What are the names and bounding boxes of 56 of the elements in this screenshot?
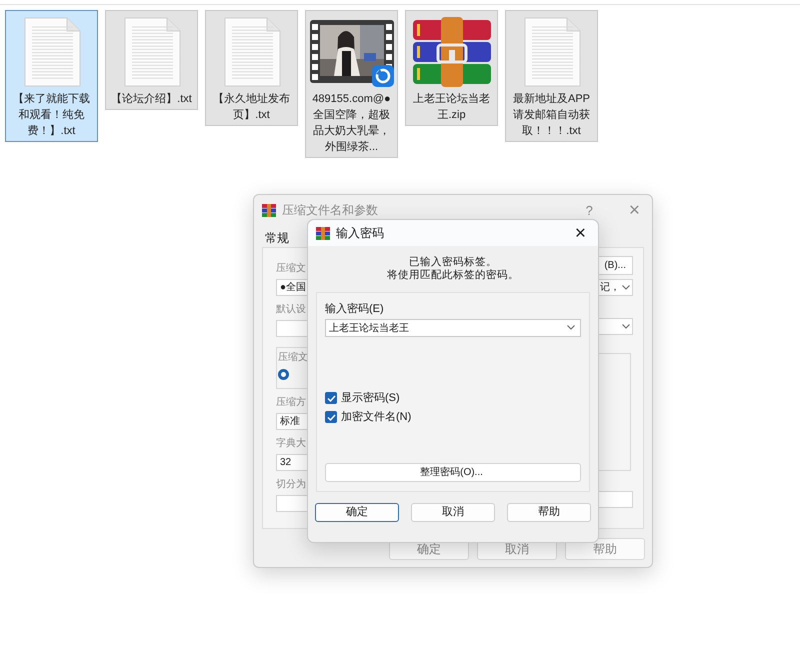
field-label: 输入密码(E) (325, 302, 385, 316)
field-label: 压缩文 (276, 262, 307, 276)
text-field[interactable]: ●全国 (276, 279, 307, 296)
close-button[interactable]: × (570, 224, 590, 242)
password-value: 上老王论坛当老王 (329, 322, 409, 336)
message-text: 已输入密码标签。 (408, 256, 498, 269)
dropdown-value: 记， (600, 281, 620, 295)
dropdown[interactable] (596, 318, 633, 335)
file-name: 上老王论坛当老王.zip (412, 92, 491, 123)
file-tile[interactable]: 【永久地址发布页】.txt (205, 10, 298, 126)
text-field[interactable] (276, 320, 307, 337)
document-icon (122, 16, 180, 86)
file-name: 【来了就能下载和观看！纯免费！】.txt (12, 92, 91, 139)
tab[interactable]: 常规 (265, 229, 289, 247)
file-name: 【永久地址发布页】.txt (212, 92, 291, 123)
text-field[interactable] (598, 491, 633, 508)
text-field[interactable] (276, 495, 307, 512)
file-tile[interactable]: 【论坛介绍】.txt (105, 10, 198, 110)
group-label: 压缩文 (278, 351, 307, 365)
chevron-down-icon (622, 324, 630, 329)
file-tile[interactable]: 上老王论坛当老王.zip (405, 10, 498, 126)
file-tile[interactable]: 【来了就能下载和观看！纯免费！】.txt (5, 10, 98, 142)
text-field[interactable]: 32 (276, 454, 307, 471)
field-label: 切分为 (276, 478, 307, 492)
document-icon (222, 16, 280, 86)
stacked-books-icon (316, 227, 330, 240)
file-name: 最新地址及APP请发邮箱自动获取！！！.txt (512, 92, 591, 139)
field-label: 字典大 (276, 437, 307, 451)
password-field[interactable]: 上老王论坛当老王 (325, 319, 581, 337)
file-name: 【论坛介绍】.txt (111, 92, 192, 107)
dialog-button[interactable]: 取消 (411, 503, 495, 522)
document-icon (22, 16, 80, 86)
organize-passwords-button[interactable]: 整理密码(O)... (325, 463, 581, 482)
checkbox[interactable] (325, 392, 337, 404)
dialog-button[interactable]: 确定 (315, 503, 399, 522)
document-icon (522, 16, 580, 86)
window-title: 压缩文件名和参数 (282, 202, 379, 219)
dropdown[interactable]: 记， (596, 279, 633, 296)
file-tile[interactable]: 最新地址及APP请发邮箱自动获取！！！.txt (505, 10, 598, 142)
stacked-books-icon (262, 204, 276, 218)
checkbox-label: 显示密码(S) (341, 391, 400, 405)
file-tile[interactable]: 489155.com@●全国空降，超极品大奶大乳晕，外围绿茶... (305, 10, 398, 158)
stacked-books-icon (410, 16, 492, 86)
message-text: 将使用匹配此标签的密码。 (386, 269, 520, 282)
checkbox[interactable] (325, 411, 337, 423)
chevron-down-icon (567, 325, 575, 330)
browse-button[interactable]: (B)... (598, 256, 633, 275)
radio-button[interactable] (278, 369, 289, 380)
text-field[interactable]: 标准 (276, 413, 307, 430)
dialog-button[interactable]: 帮助 (507, 503, 591, 522)
field-label: 压缩方 (276, 396, 307, 410)
checkbox-label: 加密文件名(N) (341, 410, 412, 424)
chevron-down-icon (622, 284, 630, 290)
window-title: 输入密码 (336, 225, 385, 242)
file-name: 489155.com@●全国空降，超极品大奶大乳晕，外围绿茶... (311, 92, 392, 155)
field-label: 默认设 (276, 303, 307, 317)
